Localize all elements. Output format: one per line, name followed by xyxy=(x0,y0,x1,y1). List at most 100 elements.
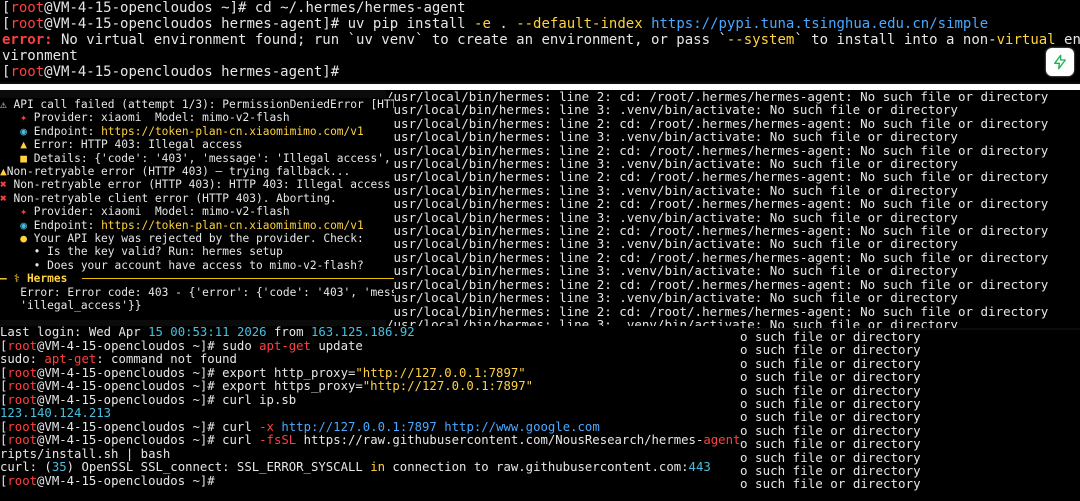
terminal-text: -x xyxy=(259,419,274,434)
terminal-text: @VM-4-15-opencloudos ~]# curl xyxy=(37,433,260,447)
terminal-line: /usr/local/bin/hermes: line 3: .venv/bin… xyxy=(386,129,958,145)
terminal-line: [root@VM-4-15-opencloudos ~]# cd ~/.herm… xyxy=(2,0,1080,16)
terminal-line: vironment xyxy=(2,48,1080,64)
terminal-text: Last login: Wed Apr xyxy=(0,326,149,339)
terminal-line: ✦ Provider: xiaomi Model: mimo-v2-flash xyxy=(0,205,394,218)
terminal-pane-bottom-right[interactable]: o such file or directory o such file or d… xyxy=(740,330,1080,501)
terminal-line: o such file or directory xyxy=(740,382,921,398)
terminal-line: /usr/local/bin/hermes: line 3: .venv/bin… xyxy=(386,156,958,172)
terminal-line: ✖ Non-retryable client error (HTTP 403).… xyxy=(0,192,394,205)
terminal-text: Endpoint: xyxy=(26,124,102,138)
terminal-text: Non-retryable error (HTTP 403): HTTP 403… xyxy=(6,178,391,192)
terminal-pane-middle-right[interactable]: /usr/local/bin/hermes: line 2: cd: /root… xyxy=(386,90,1080,328)
terminal-text: Details: {'code': '403', 'message': 'Ill… xyxy=(33,151,391,165)
terminal-line: Last login: Wed Apr 15 00:53:11 2026 fro… xyxy=(0,326,740,340)
terminal-text: ▲ xyxy=(20,138,27,152)
terminal-text: root xyxy=(7,338,38,353)
terminal-text: ■ xyxy=(20,151,27,165)
terminal-text: @VM-4-15-opencloudos hermes-agent]# uv p… xyxy=(44,16,475,32)
terminal-text: https://token-plan-cn.xiaomimimo.com/v1 xyxy=(101,218,364,232)
terminal-line: /usr/local/bin/hermes: line 3: .venv/bin… xyxy=(386,102,958,118)
terminal-text: @VM-4-15-opencloudos ~]# export https_pr… xyxy=(37,379,363,393)
terminal-line: [root@VM-4-15-opencloudos hermes-agent]# xyxy=(2,64,1080,80)
terminal-text: Error: Error code: 403 - {'error': {'cod… xyxy=(20,285,394,299)
terminal-text: ● xyxy=(20,232,27,246)
terminal-text: vironment xyxy=(2,48,78,64)
terminal-line: ▲Non-retryable error (HTTP 403) — trying… xyxy=(0,165,394,178)
terminal-line: • Does your account have access to mimo-… xyxy=(0,259,394,272)
terminal-text: curl: ( xyxy=(0,460,52,474)
terminal-text: apt-get xyxy=(44,352,97,366)
terminal-text: -fsSL xyxy=(259,433,297,447)
terminal-text: root xyxy=(7,365,38,380)
terminal-text: root xyxy=(7,433,38,447)
terminal-text: -e xyxy=(474,16,491,32)
terminal-text: root xyxy=(10,0,45,16)
terminal-line: error: No virtual environment found; run… xyxy=(2,32,1080,48)
terminal-text: : command not found xyxy=(96,352,237,366)
terminal-line: o such file or directory xyxy=(740,449,921,465)
terminal-line: /usr/local/bin/hermes: line 2: cd: /root… xyxy=(386,196,1049,212)
terminal-text: in xyxy=(370,460,385,474)
terminal-pane-middle-left[interactable]: ⚠ API call failed (attempt 1/3): Permiss… xyxy=(0,98,394,320)
terminal-text: ◉ xyxy=(20,218,27,232)
terminal-line: o such file or directory xyxy=(740,342,921,358)
terminal-pane-bottom-left[interactable]: Last login: Wed Apr 15 00:53:11 2026 fro… xyxy=(0,326,740,501)
terminal-text: from xyxy=(266,326,311,339)
terminal-text: sudo: xyxy=(0,352,45,366)
terminal-pane-top[interactable]: [root@VM-4-15-opencloudos ~]# cd ~/.herm… xyxy=(0,0,1080,82)
terminal-text: @VM-4-15-opencloudos ~]# curl ip.sb xyxy=(37,392,297,407)
terminal-text: ✖ xyxy=(0,191,7,205)
terminal-line: ✦ Provider: xiaomi Model: mimo-v2-flash xyxy=(0,111,394,124)
terminal-text: apt-get xyxy=(259,338,311,353)
terminal-line: /usr/local/bin/hermes: line 2: cd: /root… xyxy=(386,90,1049,104)
terminal-line: [root@VM-4-15-opencloudos ~]# xyxy=(0,473,740,489)
lightning-icon-glyph xyxy=(1054,54,1066,70)
terminal-text: ripts/install.sh | bash xyxy=(0,446,171,461)
terminal-text: • Does your account have access to mimo-… xyxy=(0,258,364,272)
terminal-line: o such file or directory xyxy=(740,463,921,479)
terminal-text: Provider: xiaomi Model: mimo-v2-flash xyxy=(26,111,290,125)
terminal-line: /usr/local/bin/hermes: line 3: .venv/bin… xyxy=(386,209,958,225)
terminal-text: @VM-4-15-opencloudos ~]# xyxy=(37,473,215,488)
terminal-text: No virtual environment found; run `uv ve… xyxy=(52,32,727,48)
terminal-line: /usr/local/bin/hermes: line 2: cd: /root… xyxy=(386,115,1049,131)
terminal-text: --default-index xyxy=(516,16,643,32)
terminal-text: 2026 xyxy=(236,326,267,339)
terminal-line: [root@VM-4-15-opencloudos ~]# export htt… xyxy=(0,365,740,381)
terminal-line: o such file or directory xyxy=(740,436,921,452)
terminal-text: error: xyxy=(2,32,53,48)
terminal-line: /usr/local/bin/hermes: line 2: cd: /root… xyxy=(386,249,1049,265)
terminal-line: o such file or directory xyxy=(740,396,921,412)
terminal-text: agent xyxy=(703,433,740,447)
terminal-text: Provider: xiaomi Model: mimo-v2-flash xyxy=(26,205,290,219)
terminal-text: 15 xyxy=(148,326,163,339)
lightning-icon[interactable] xyxy=(1046,48,1074,76)
terminal-line: /usr/local/bin/hermes: line 2: cd: /root… xyxy=(386,142,1049,158)
terminal-text: connection to raw.githubusercontent.com: xyxy=(385,460,689,474)
terminal-text: virtual xyxy=(996,32,1056,48)
terminal-line: o such file or directory xyxy=(740,409,921,425)
terminal-text: Non-retryable error (HTTP 403) — trying … xyxy=(6,165,351,179)
terminal-line: /usr/local/bin/hermes: line 3: .venv/bin… xyxy=(386,263,958,279)
terminal-line: [root@VM-4-15-opencloudos ~]# curl -x ht… xyxy=(0,419,740,435)
terminal-text: root xyxy=(7,392,38,407)
terminal-text: "http://127.0.0.1:7897" xyxy=(362,379,534,393)
terminal-text: 00:53:11 xyxy=(170,326,230,339)
terminal-line: /usr/local/bin/hermes: line 3: .venv/bin… xyxy=(386,182,958,198)
terminal-line: 'illegal_access'}} xyxy=(0,299,394,312)
terminal-line: ✖ Non-retryable error (HTTP 403): HTTP 4… xyxy=(0,178,394,191)
terminal-line: ◉ Endpoint: https://token-plan-cn.xiaomi… xyxy=(0,125,394,138)
terminal-line: /usr/local/bin/hermes: line 3: .venv/bin… xyxy=(386,290,958,306)
terminal-line: ● Your API key was rejected by the provi… xyxy=(0,232,394,245)
terminal-line: o such file or directory xyxy=(740,330,921,344)
terminal-text: https://pypi.tuna.tsinghua.edu.cn/simple xyxy=(651,16,989,32)
terminal-line: ■ Details: {'code': '403', 'message': 'I… xyxy=(0,152,394,165)
terminal-line: [root@VM-4-15-opencloudos ~]# sudo apt-g… xyxy=(0,338,740,354)
terminal-line: ⚠ API call failed (attempt 1/3): Permiss… xyxy=(0,98,394,111)
terminal-text: http://www.google.com xyxy=(444,419,600,434)
